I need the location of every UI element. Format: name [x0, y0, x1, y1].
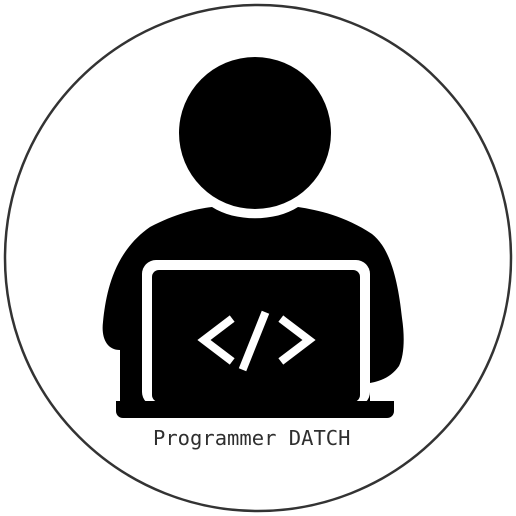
badge-caption: Programmer DATCH [153, 426, 351, 450]
laptop-base [116, 401, 394, 418]
person-head [179, 57, 331, 209]
